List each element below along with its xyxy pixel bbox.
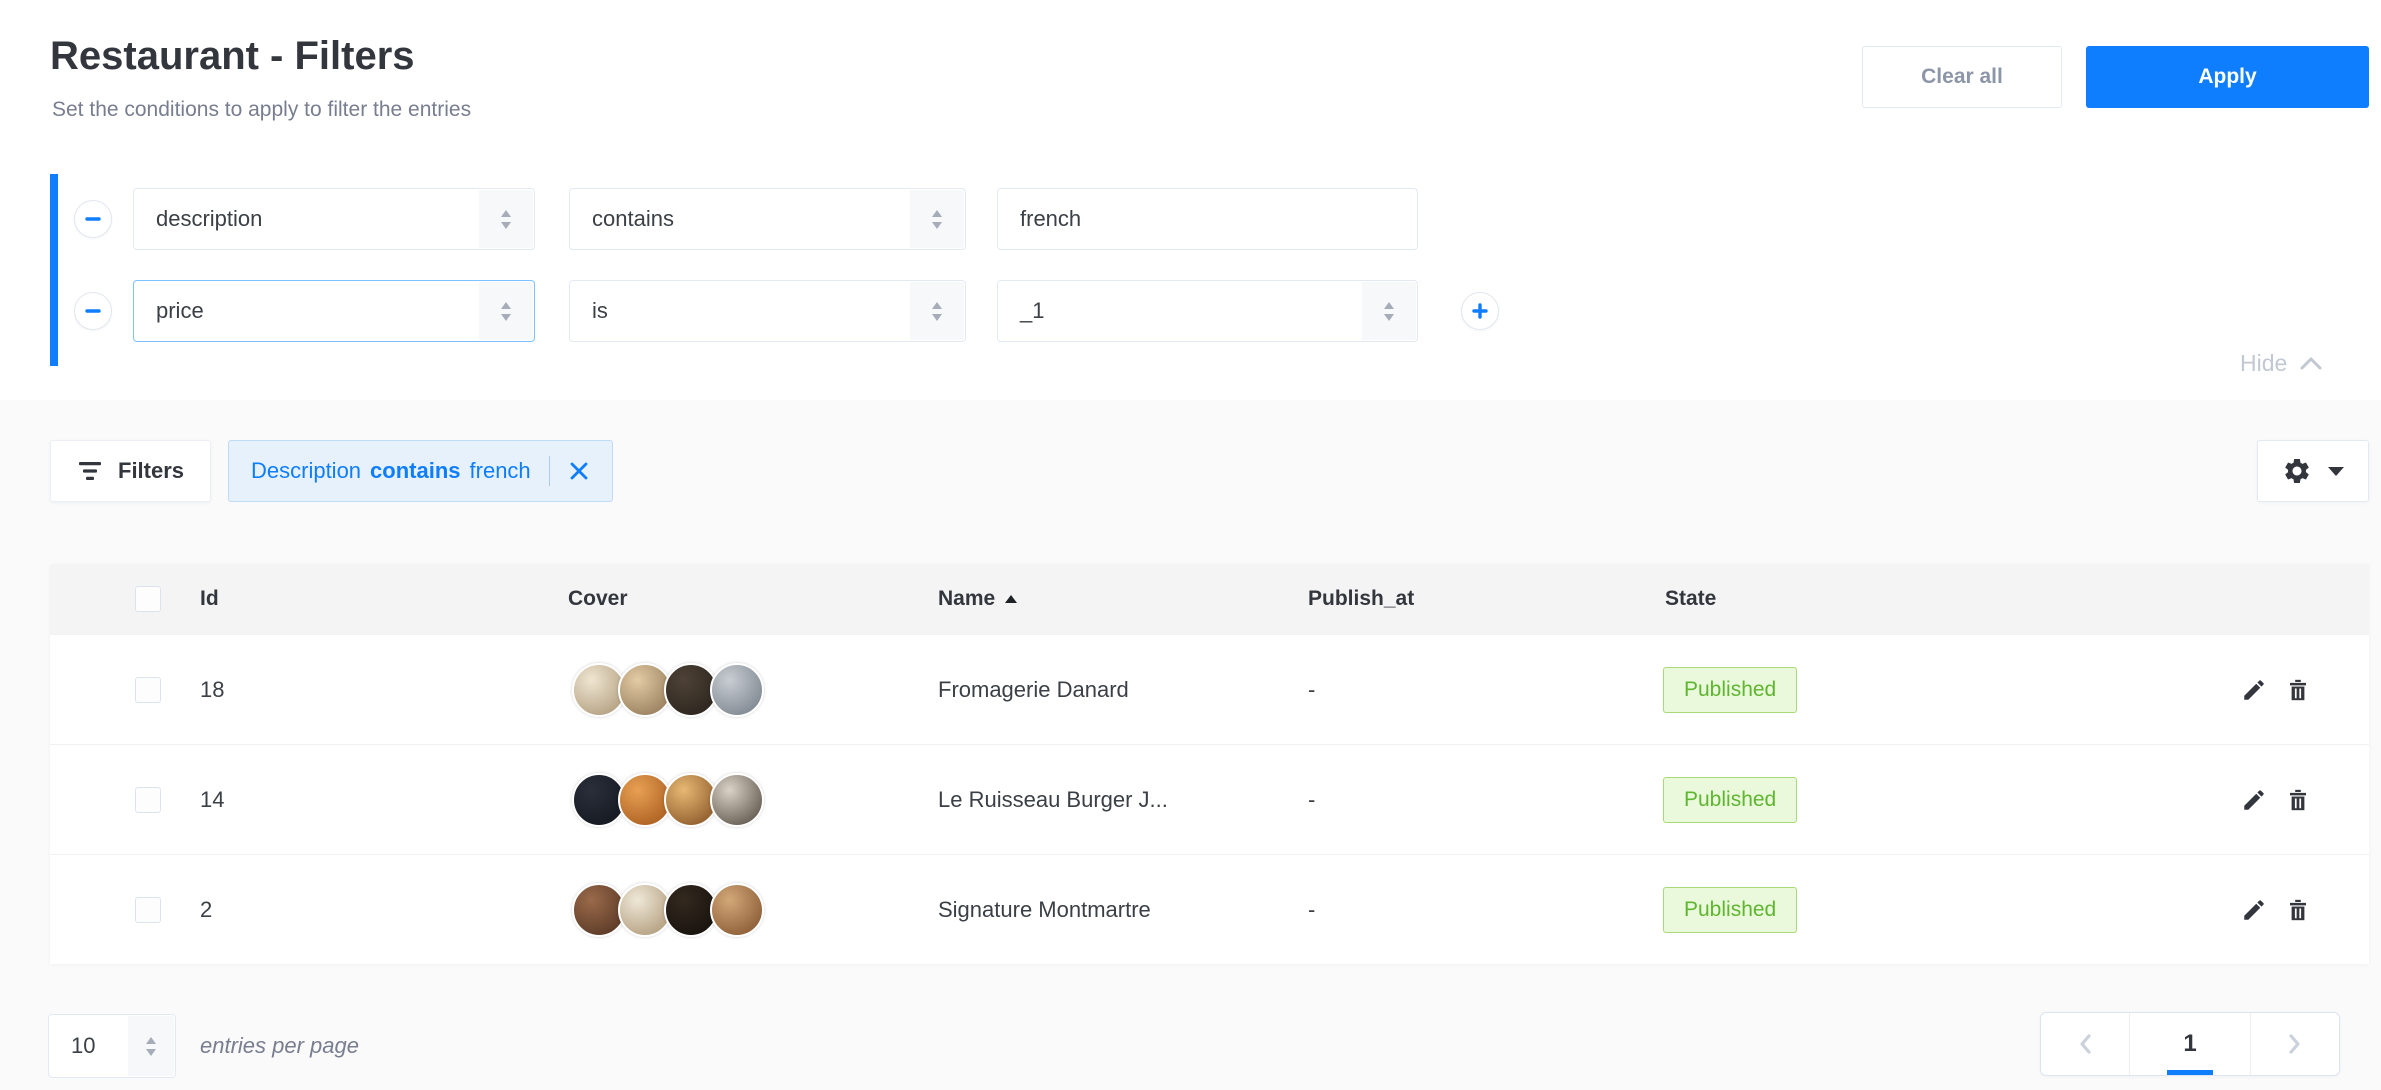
table-header: Id Cover Name Publish_at State xyxy=(50,564,2369,634)
cell-id: 18 xyxy=(200,677,224,703)
cell-id: 14 xyxy=(200,787,224,813)
remove-condition-button[interactable] xyxy=(74,292,112,330)
pencil-icon xyxy=(2241,787,2267,813)
up-down-arrows-icon xyxy=(479,282,533,340)
row-checkbox[interactable] xyxy=(135,897,161,923)
edit-button[interactable] xyxy=(2232,778,2276,822)
previous-page-button[interactable] xyxy=(2041,1013,2129,1075)
filters-button[interactable]: Filters xyxy=(50,440,211,502)
column-header-cover[interactable]: Cover xyxy=(568,587,628,611)
up-down-arrows-icon xyxy=(1362,282,1416,340)
page-title: Restaurant - Filters xyxy=(50,34,415,79)
edit-button[interactable] xyxy=(2232,888,2276,932)
cover-avatars xyxy=(572,773,756,827)
delete-button[interactable] xyxy=(2276,668,2320,712)
x-icon xyxy=(568,460,590,482)
cell-publish-at: - xyxy=(1308,897,1315,923)
active-filter-chip: Description contains french xyxy=(228,440,613,502)
delete-button[interactable] xyxy=(2276,888,2320,932)
filter-operator-select[interactable]: contains xyxy=(569,188,966,250)
hide-filters-toggle[interactable]: Hide xyxy=(2240,350,2323,377)
chip-value: french xyxy=(470,458,531,484)
chevron-left-icon xyxy=(2077,1032,2093,1056)
filters-button-label: Filters xyxy=(118,458,184,484)
up-down-arrows-icon xyxy=(910,190,964,248)
chevron-right-icon xyxy=(2287,1032,2303,1056)
pencil-icon xyxy=(2241,897,2267,923)
delete-button[interactable] xyxy=(2276,778,2320,822)
entries-per-page-value: 10 xyxy=(71,1033,95,1059)
remove-filter-chip-button[interactable] xyxy=(568,460,590,482)
clear-all-button[interactable]: Clear all xyxy=(1862,46,2062,108)
entries-per-page-label: entries per page xyxy=(200,1033,359,1059)
minus-circle-icon xyxy=(84,210,102,228)
trash-icon xyxy=(2285,787,2311,813)
page-number-button[interactable]: 1 xyxy=(2129,1013,2251,1075)
filter-operator-value: is xyxy=(592,298,608,324)
column-header-state[interactable]: State xyxy=(1665,587,1716,611)
next-page-button[interactable] xyxy=(2251,1013,2339,1075)
status-badge: Published xyxy=(1663,667,1797,713)
cell-publish-at: - xyxy=(1308,677,1315,703)
row-checkbox[interactable] xyxy=(135,787,161,813)
hide-label: Hide xyxy=(2240,350,2287,377)
row-checkbox[interactable] xyxy=(135,677,161,703)
current-page-underline xyxy=(2167,1070,2213,1075)
filter-lines-icon xyxy=(77,461,103,481)
select-all-checkbox[interactable] xyxy=(135,586,161,612)
remove-condition-button[interactable] xyxy=(74,200,112,238)
cell-name: Signature Montmartre xyxy=(938,897,1151,923)
add-condition-button[interactable] xyxy=(1461,292,1499,330)
column-header-id[interactable]: Id xyxy=(200,587,219,611)
status-badge: Published xyxy=(1663,887,1797,933)
entries-table: Id Cover Name Publish_at State 18 Fromag… xyxy=(50,564,2369,964)
status-badge: Published xyxy=(1663,777,1797,823)
cover-avatars xyxy=(572,883,756,937)
filter-value-input[interactable] xyxy=(997,188,1418,250)
gear-icon xyxy=(2282,456,2312,486)
filter-operator-select[interactable]: is xyxy=(569,280,966,342)
filters-accent-bar xyxy=(50,174,58,366)
edit-button[interactable] xyxy=(2232,668,2276,712)
chevron-up-icon xyxy=(2299,356,2323,371)
cell-name: Le Ruisseau Burger J... xyxy=(938,787,1168,813)
cover-avatars xyxy=(572,663,756,717)
filter-field-value: price xyxy=(156,298,204,324)
filter-operator-value: contains xyxy=(592,206,674,232)
column-header-publish-at[interactable]: Publish_at xyxy=(1308,587,1414,611)
filter-value-select[interactable]: _1 xyxy=(997,280,1418,342)
filter-field-select[interactable]: price xyxy=(133,280,535,342)
current-page-number: 1 xyxy=(2183,1030,2196,1058)
filter-value: _1 xyxy=(1020,298,1044,324)
filter-field-select[interactable]: description xyxy=(133,188,535,250)
cell-name: Fromagerie Danard xyxy=(938,677,1129,703)
cell-publish-at: - xyxy=(1308,787,1315,813)
page-subtitle: Set the conditions to apply to filter th… xyxy=(52,98,471,122)
filter-field-value: description xyxy=(156,206,262,232)
up-down-arrows-icon xyxy=(128,1016,174,1076)
table-row[interactable]: 2 Signature Montmartre - Published xyxy=(50,854,2369,964)
entries-per-page-select[interactable]: 10 xyxy=(48,1014,176,1078)
up-down-arrows-icon xyxy=(479,190,533,248)
caret-up-icon xyxy=(1005,595,1017,603)
cell-id: 2 xyxy=(200,897,212,923)
chip-operator: contains xyxy=(370,458,460,484)
minus-circle-icon xyxy=(84,302,102,320)
table-row[interactable]: 14 Le Ruisseau Burger J... - Published xyxy=(50,744,2369,854)
pencil-icon xyxy=(2241,677,2267,703)
column-header-name[interactable]: Name xyxy=(938,587,1017,611)
table-settings-button[interactable] xyxy=(2257,440,2369,502)
plus-circle-icon xyxy=(1471,302,1489,320)
trash-icon xyxy=(2285,897,2311,923)
up-down-arrows-icon xyxy=(910,282,964,340)
table-row[interactable]: 18 Fromagerie Danard - Published xyxy=(50,634,2369,744)
chip-divider xyxy=(549,456,550,486)
chip-field: Description xyxy=(251,458,361,484)
pagination: 1 xyxy=(2040,1012,2340,1076)
trash-icon xyxy=(2285,677,2311,703)
caret-down-icon xyxy=(2328,467,2344,476)
apply-button[interactable]: Apply xyxy=(2086,46,2369,108)
